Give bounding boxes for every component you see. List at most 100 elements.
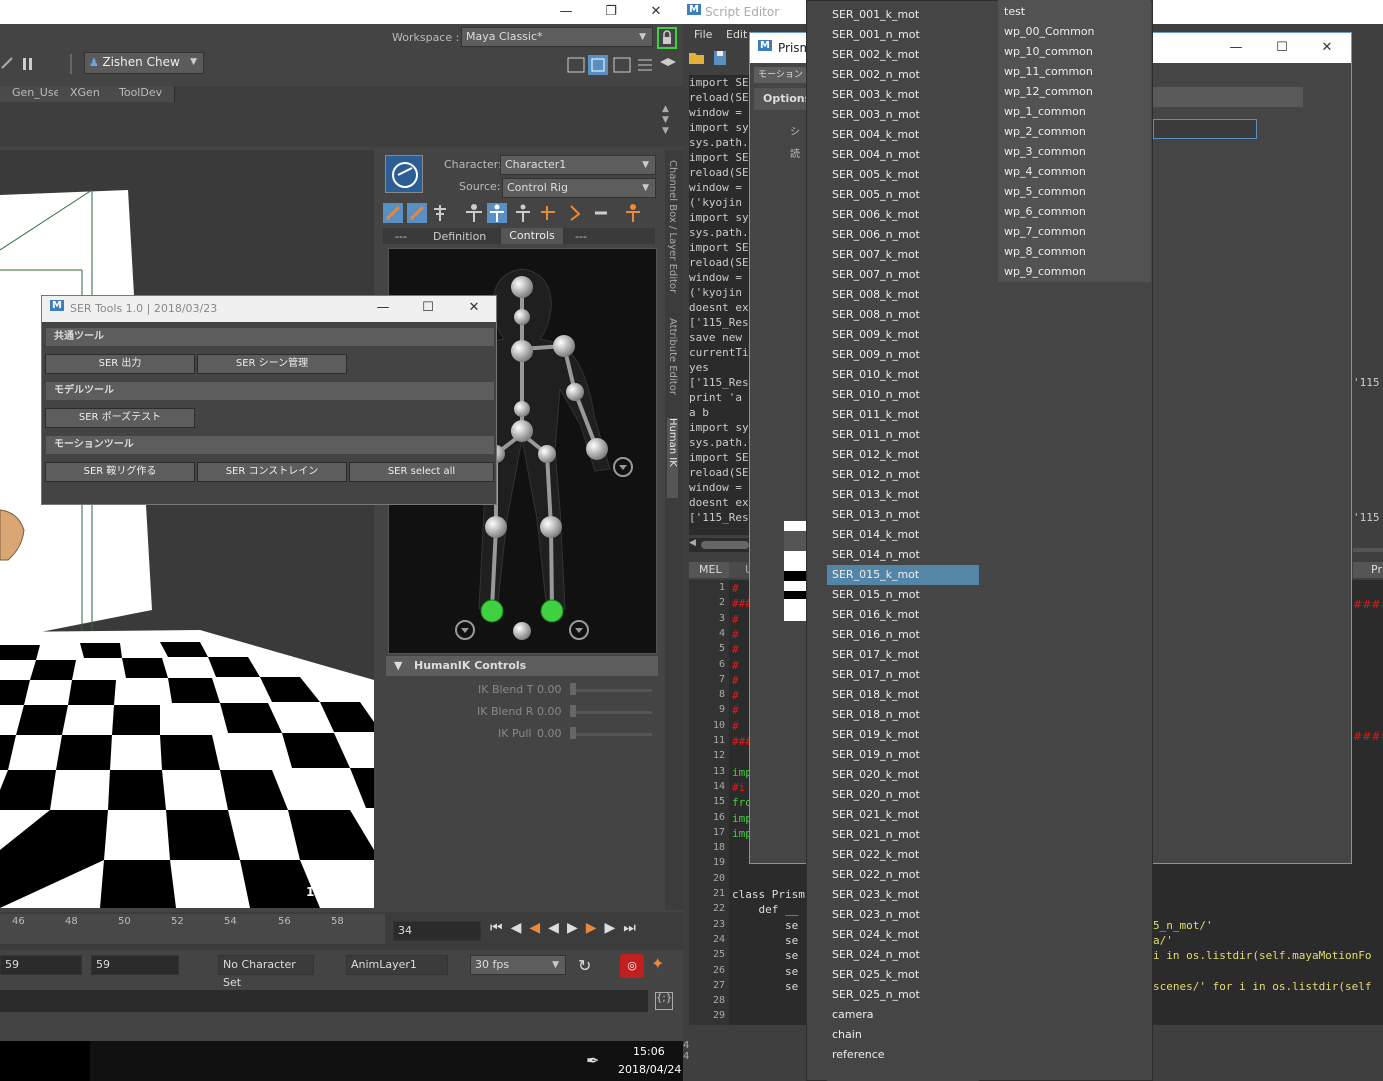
motion-list-item[interactable]: SER_012_k_mot [827, 445, 979, 465]
workspace-list-item[interactable]: wp_00_Common [998, 22, 1151, 42]
ser-select-all-button[interactable]: SER select all [349, 462, 494, 482]
motion-list-item[interactable]: SER_006_k_mot [827, 205, 979, 225]
ik-blend-t-slider[interactable] [570, 689, 652, 692]
motion-list-item[interactable]: camera [827, 1005, 979, 1025]
prism-field[interactable] [1153, 87, 1303, 107]
tab-dash-right[interactable]: --- [575, 230, 587, 243]
workspace-list-item[interactable]: wp_11_common [998, 62, 1151, 82]
motion-list-item[interactable]: SER_001_n_mot [827, 25, 979, 45]
restore-button[interactable]: ❐ [597, 2, 625, 22]
script-output[interactable]: import SE reload(SE window = import sy sys.p… [689, 75, 749, 535]
workspace-list-item[interactable]: wp_8_common [998, 242, 1151, 262]
pen-icon[interactable]: ✒ [586, 1051, 599, 1070]
motion-list-item[interactable]: SER_015_n_mot [827, 585, 979, 605]
motion-list-item[interactable]: SER_021_n_mot [827, 825, 979, 845]
workspace-list-item[interactable]: wp_2_common [998, 122, 1151, 142]
close-button[interactable]: ✕ [1313, 38, 1341, 58]
motion-list-item[interactable]: SER_008_k_mot [827, 285, 979, 305]
motion-list-item[interactable]: SER_018_n_mot [827, 705, 979, 725]
motion-list-item[interactable]: SER_016_n_mot [827, 625, 979, 645]
motion-list-item[interactable]: SER_002_k_mot [827, 45, 979, 65]
prev-key-icon[interactable]: ◀ [529, 920, 548, 936]
motion-list-item[interactable]: SER_020_k_mot [827, 765, 979, 785]
tab-python[interactable]: U [729, 562, 753, 578]
motion-list-item[interactable]: SER_025_k_mot [827, 965, 979, 985]
slider-handle[interactable] [570, 727, 576, 739]
humanik-logo-icon[interactable] [385, 155, 423, 193]
step-forward-icon[interactable]: ▶ [605, 920, 624, 936]
motion-list-item[interactable]: SER_003_n_mot [827, 105, 979, 125]
motion-list-item[interactable]: SER_008_n_mot [827, 305, 979, 325]
motion-list-item[interactable]: SER_005_n_mot [827, 185, 979, 205]
motion-list-item[interactable]: SER_023_k_mot [827, 885, 979, 905]
motion-list-item[interactable]: SER_015_k_mot [827, 565, 979, 585]
tab-mel[interactable]: MEL [689, 562, 729, 578]
ser-make-rig-button[interactable]: SER 鞍リグ作る [45, 462, 195, 482]
tab-definition[interactable]: Definition [433, 230, 486, 243]
play-icon[interactable]: ▶ [567, 920, 586, 936]
workspace-list-item[interactable]: wp_12_common [998, 82, 1151, 102]
preferences-icon[interactable]: ✦ [651, 954, 664, 973]
motion-list-item[interactable]: SER_001_k_mot [827, 5, 979, 25]
script-editor-icon[interactable]: {;} [655, 992, 673, 1010]
motion-list-item[interactable]: SER_004_n_mot [827, 145, 979, 165]
character-set-dropdown[interactable]: No Character Set [218, 955, 314, 989]
current-frame-field[interactable]: 34 [393, 921, 481, 941]
ik-blend-t-value[interactable]: 0.00 [537, 683, 562, 696]
auto-key-icon[interactable]: ◎ [620, 954, 644, 978]
motion-list-item[interactable]: SER_022_k_mot [827, 845, 979, 865]
ik-pull-value[interactable]: 0.00 [537, 727, 562, 740]
prism-input[interactable] [1153, 119, 1257, 139]
fps-dropdown[interactable]: 30 fps ▼ [470, 955, 566, 975]
output-scrollbar[interactable]: ◀ [689, 538, 749, 552]
maximize-button[interactable]: ☐ [1268, 38, 1296, 58]
tab-dash-left[interactable]: --- [395, 230, 407, 243]
motion-list-item[interactable]: SER_013_n_mot [827, 505, 979, 525]
splitter[interactable] [1353, 548, 1383, 552]
motion-list-item[interactable]: SER_014_k_mot [827, 525, 979, 545]
tab-xgen[interactable]: XGen [58, 86, 113, 102]
anim-layer-dropdown[interactable]: AnimLayer1 [346, 955, 448, 975]
scrollbar-thumb[interactable] [701, 541, 749, 549]
menu-edit[interactable]: Edit [726, 28, 747, 41]
motion-list-item[interactable]: SER_002_n_mot [827, 65, 979, 85]
character-dropdown[interactable]: Character1 ▼ [500, 155, 656, 175]
pause-icon[interactable] [22, 56, 34, 75]
tab-prism[interactable]: Pr [1353, 562, 1383, 578]
go-start-icon[interactable]: ⏮ [490, 920, 511, 936]
workspace-list-item[interactable]: test [998, 2, 1151, 22]
humanik-controls-header[interactable]: ▼ HumanIK Controls [386, 656, 658, 676]
motion-list-item[interactable]: reference [827, 1045, 979, 1065]
loop-icon[interactable]: ↻ [578, 956, 591, 975]
options-header[interactable]: Options [754, 88, 811, 110]
motion-list-item[interactable]: SER_017_k_mot [827, 645, 979, 665]
motion-list-item[interactable]: SER_009_n_mot [827, 345, 979, 365]
workspace-list-item[interactable]: wp_7_common [998, 222, 1151, 242]
motion-list-item[interactable]: SER_024_k_mot [827, 925, 979, 945]
motion-list-item[interactable]: SER_009_k_mot [827, 325, 979, 345]
workspace-list-item[interactable]: wp_5_common [998, 182, 1151, 202]
motion-list-item[interactable]: SER_003_k_mot [827, 85, 979, 105]
motion-list-item[interactable]: SER_024_n_mot [827, 945, 979, 965]
motion-list-item[interactable]: SER_007_k_mot [827, 245, 979, 265]
tab-human-ik[interactable]: Human IK [667, 418, 678, 498]
motion-list-item[interactable]: SER_011_n_mot [827, 425, 979, 445]
motion-list-item[interactable]: SER_013_k_mot [827, 485, 979, 505]
close-button[interactable]: ✕ [460, 298, 488, 318]
tab-channel-box[interactable]: Channel Box / Layer Editor [667, 160, 678, 293]
tab-controls[interactable]: Controls [501, 228, 563, 244]
workspace-dropdown[interactable]: Maya Classic* ▼ [461, 27, 653, 47]
motion-list-item[interactable]: SER_021_k_mot [827, 805, 979, 825]
motion-list-item[interactable]: SER_018_k_mot [827, 685, 979, 705]
minimize-button[interactable]: — [369, 298, 397, 318]
slider-handle[interactable] [570, 683, 576, 695]
motion-list-item[interactable]: SER_006_n_mot [827, 225, 979, 245]
minimize-button[interactable]: — [1222, 38, 1250, 58]
workspace-list-item[interactable]: wp_3_common [998, 142, 1151, 162]
minimize-button[interactable]: — [552, 2, 580, 22]
range-end-field[interactable]: 59 [91, 955, 179, 975]
motion-list-item[interactable]: SER_016_k_mot [827, 605, 979, 625]
ser-scene-manage-button[interactable]: SER シーン管理 [197, 354, 347, 374]
motion-list-item[interactable]: SER_005_k_mot [827, 165, 979, 185]
motion-list-item[interactable]: SER_004_k_mot [827, 125, 979, 145]
